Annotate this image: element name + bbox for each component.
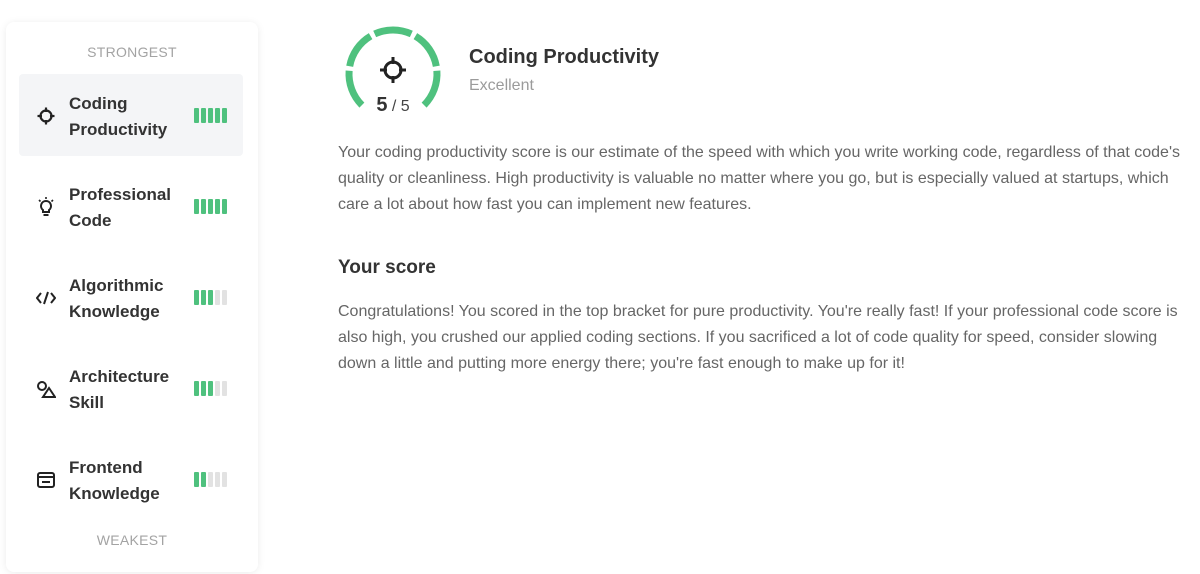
sidebar-item-label: Professional Code (69, 185, 172, 230)
sidebar-item-label: Algorithmic Knowledge (69, 276, 164, 321)
level-bar-segment (215, 472, 220, 487)
skill-title: Coding Productivity (469, 46, 659, 68)
level-bar-segment (201, 290, 206, 305)
score-value: 5 (376, 94, 388, 116)
gauge-segment (346, 33, 373, 68)
skill-level-bars (194, 381, 227, 396)
shapes-icon (36, 379, 56, 399)
your-score-heading: Your score (338, 257, 436, 278)
lightbulb-icon (36, 197, 56, 217)
level-bar-segment (208, 108, 213, 123)
skills-sidebar: STRONGEST Coding Productivity Profession… (6, 22, 258, 572)
level-bar-segment (215, 290, 220, 305)
level-bar-segment (194, 199, 199, 214)
level-bar-segment (201, 381, 206, 396)
score-max: / 5 (391, 98, 410, 115)
strongest-caption: STRONGEST (87, 44, 177, 60)
level-bar-segment (222, 199, 227, 214)
level-bar-segment (194, 108, 199, 123)
level-bar-segment (201, 199, 206, 214)
level-bar-segment (201, 108, 206, 123)
level-bar-segment (208, 381, 213, 396)
sidebar-item-label: Frontend Knowledge (69, 458, 160, 503)
sidebar-item-coding-productivity[interactable]: Coding Productivity (19, 74, 243, 156)
sidebar-item-architecture-skill[interactable]: Architecture Skill (19, 347, 243, 429)
level-bar-segment (222, 472, 227, 487)
level-bar-segment (208, 199, 213, 214)
sidebar-item-professional-code[interactable]: Professional Code (19, 165, 243, 247)
skill-level-bars (194, 108, 227, 123)
gauge-segment (413, 33, 440, 68)
browser-window-icon (36, 470, 56, 490)
level-bar-segment (215, 381, 220, 396)
skill-level-bars (194, 290, 227, 305)
crosshair-icon (36, 106, 56, 126)
level-bar-segment (222, 381, 227, 396)
skill-rating: Excellent (469, 77, 534, 94)
level-bar-segment (215, 108, 220, 123)
code-icon (36, 288, 56, 308)
level-bar-segment (222, 290, 227, 305)
sidebar-item-frontend-knowledge[interactable]: Frontend Knowledge (19, 438, 243, 520)
level-bar-segment (201, 472, 206, 487)
level-bar-segment (208, 290, 213, 305)
level-bar-segment (222, 108, 227, 123)
skill-level-bars (194, 199, 227, 214)
skill-description: Your coding productivity score is our es… (338, 144, 1181, 213)
gauge-score: 5 / 5 (338, 94, 448, 117)
sidebar-item-label: Architecture Skill (69, 367, 170, 412)
your-score-text: Congratulations! You scored in the top b… (338, 303, 1178, 372)
level-bar-segment (194, 290, 199, 305)
skill-level-bars (194, 472, 227, 487)
level-bar-segment (208, 472, 213, 487)
gauge-segment (373, 26, 413, 38)
level-bar-segment (194, 381, 199, 396)
level-bar-segment (215, 199, 220, 214)
crosshair-icon (380, 57, 406, 83)
weakest-caption: WEAKEST (96, 532, 168, 548)
level-bar-segment (194, 472, 199, 487)
sidebar-item-label: Coding Productivity (69, 94, 168, 139)
sidebar-item-algorithmic-knowledge[interactable]: Algorithmic Knowledge (19, 256, 243, 338)
